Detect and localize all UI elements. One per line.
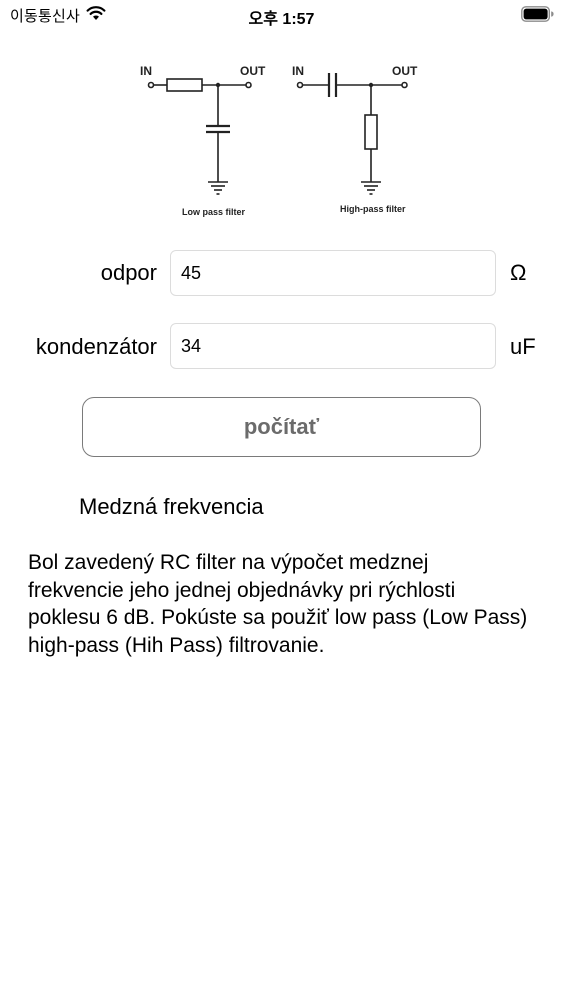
cutoff-frequency-label: Medzná frekvencia <box>79 494 264 519</box>
high-pass-out-label: OUT <box>392 64 418 78</box>
high-pass-in-label: IN <box>292 64 304 78</box>
clock: 오후 1:57 <box>248 11 315 28</box>
calculate-button[interactable]: počítať <box>82 397 481 457</box>
low-pass-caption: Low pass filter <box>182 207 246 217</box>
resistance-input[interactable] <box>170 250 496 296</box>
low-pass-in-label: IN <box>140 64 152 78</box>
battery-icon <box>521 6 554 22</box>
resistance-label: odpor <box>100 260 157 285</box>
high-pass-caption: High-pass filter <box>340 204 406 214</box>
status-bar: 이동통신사 오후 1:57 <box>0 0 563 30</box>
capacitor-input[interactable] <box>170 323 496 369</box>
resistance-unit: Ω <box>510 260 527 285</box>
description-text: Bol zavedený RC filter na výpočet medzne… <box>28 551 528 657</box>
rc-filter-diagram: IN OUT IN OUT Low pass filter High-pass … <box>140 64 418 217</box>
capacitor-unit: uF <box>510 334 536 359</box>
low-pass-out-label: OUT <box>240 64 266 78</box>
capacitor-label: kondenzátor <box>35 334 157 359</box>
